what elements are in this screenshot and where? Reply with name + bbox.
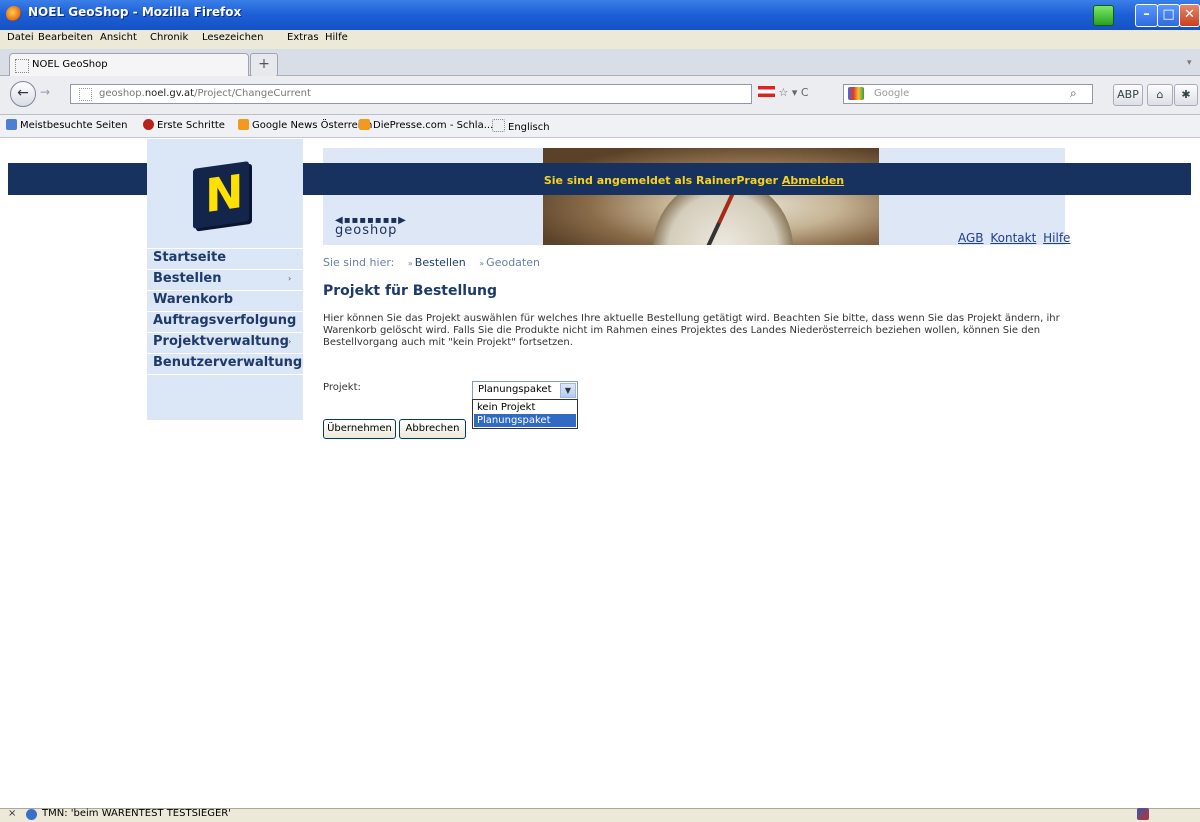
bookmark-google-news[interactable]: Google News Österreich: [238, 119, 372, 131]
status-text: TMN: 'beim WARENTEST TESTSIEGER': [42, 808, 231, 819]
page-title: Projekt für Bestellung: [323, 283, 498, 299]
rss-icon: [238, 119, 249, 130]
chevron-down-icon[interactable]: ▼: [560, 383, 576, 398]
noel-logo[interactable]: N: [193, 161, 249, 229]
accept-button[interactable]: Übernehmen: [323, 419, 396, 439]
search-placeholder: Google: [874, 88, 910, 99]
url-actions: ☆ ▾ C: [758, 86, 809, 99]
bookmark-diepresse[interactable]: DiePresse.com - Schla...: [359, 119, 493, 131]
breadcrumb-geodaten[interactable]: Geodaten: [486, 256, 540, 269]
adblock-icon[interactable]: ABP: [1113, 84, 1143, 106]
menu-lesezeichen[interactable]: Lesezeichen: [202, 32, 263, 43]
extension-icon[interactable]: ✱: [1174, 84, 1198, 106]
firefox-bookmark-icon: [143, 119, 154, 130]
menu-extras[interactable]: Extras: [287, 32, 319, 43]
url-text[interactable]: geoshop.noel.gv.at/Project/ChangeCurrent: [99, 88, 311, 99]
logged-in-text: Sie sind angemeldet als RainerPrager: [543, 174, 779, 187]
sidebar-item-startseite[interactable]: Startseite: [153, 250, 226, 265]
breadcrumb-prefix: Sie sind hier:: [323, 256, 395, 269]
sidebar-item-bestellen[interactable]: Bestellen: [153, 271, 221, 286]
forward-button[interactable]: →: [40, 85, 50, 99]
addon-status-icon[interactable]: [1137, 808, 1149, 820]
logged-in-status: Sie sind angemeldet als RainerPrager Abm…: [323, 174, 1065, 187]
submenu-arrow-icon: ›: [288, 358, 292, 367]
sidebar-item-auftragsverfolgung[interactable]: Auftragsverfolgung: [153, 313, 296, 328]
close-button[interactable]: ✕: [1179, 4, 1200, 27]
rss-icon: [359, 119, 370, 130]
logo-letter: N: [205, 163, 244, 224]
menu-datei[interactable]: Datei: [7, 32, 34, 43]
top-links: AGB Kontakt Hilfe: [955, 231, 1070, 245]
bookmark-folder-icon: [6, 119, 17, 130]
tab-noel-geoshop[interactable]: NOEL GeoShop: [9, 53, 249, 76]
menu-ansicht[interactable]: Ansicht: [100, 32, 137, 43]
window-title: NOEL GeoShop - Mozilla Firefox: [28, 5, 242, 19]
submenu-arrow-icon: ›: [288, 337, 292, 346]
hilfe-link[interactable]: Hilfe: [1043, 231, 1070, 245]
geoshop-logo[interactable]: ◀▪▪▪▪▪▪▪▶ geoshop: [335, 215, 407, 238]
page-icon: [15, 59, 29, 73]
reload-icon[interactable]: C: [801, 86, 809, 99]
close-icon[interactable]: ×: [8, 808, 16, 819]
kontakt-link[interactable]: Kontakt: [990, 231, 1036, 245]
dropdown-arrow-icon[interactable]: ▾: [792, 86, 798, 99]
new-tab-button[interactable]: +: [250, 53, 278, 77]
bookmark-meistbesuchte[interactable]: Meistbesuchte Seiten: [6, 119, 128, 131]
breadcrumb-bestellen[interactable]: Bestellen: [415, 256, 466, 269]
austria-flag-icon[interactable]: [758, 86, 775, 97]
menu-bearbeiten[interactable]: Bearbeiten: [38, 32, 93, 43]
project-dropdown-list: kein Projekt Planungspaket: [472, 399, 578, 429]
option-planungspaket[interactable]: Planungspaket: [474, 414, 576, 427]
back-button[interactable]: ←: [10, 81, 36, 107]
search-icon[interactable]: ⌕: [1070, 86, 1077, 101]
search-box[interactable]: Google ⌕: [843, 84, 1093, 104]
intro-text: Hier können Sie das Projekt auswählen fü…: [323, 313, 1060, 348]
tab-label: NOEL GeoShop: [32, 59, 108, 70]
bookmark-erste-schritte[interactable]: Erste Schritte: [143, 119, 225, 131]
title-bar: NOEL GeoShop - Mozilla Firefox: [0, 0, 1200, 30]
agb-link[interactable]: AGB: [958, 231, 984, 245]
cancel-button[interactable]: Abbrechen: [399, 419, 466, 439]
maximize-button[interactable]: □: [1157, 4, 1180, 27]
address-bar[interactable]: geoshop.noel.gv.at/Project/ChangeCurrent: [70, 84, 752, 104]
breadcrumb: Sie sind hier: » Bestellen » Geodaten: [323, 256, 540, 269]
project-select[interactable]: Planungspaket ▼: [472, 381, 578, 400]
page-icon: [492, 119, 505, 132]
sidebar-item-warenkorb[interactable]: Warenkorb: [153, 292, 233, 307]
home-icon[interactable]: ⌂: [1147, 84, 1173, 106]
sidebar-item-projektverwaltung[interactable]: Projektverwaltung: [153, 334, 289, 349]
sidebar-item-benutzerverwaltung[interactable]: Benutzerverwaltung: [153, 355, 302, 370]
submenu-arrow-icon: ›: [288, 274, 292, 283]
bookmark-englisch[interactable]: Englisch: [492, 119, 550, 133]
tab-list-icon[interactable]: ▾: [1187, 58, 1192, 68]
star-bookmark-icon[interactable]: ☆: [779, 86, 789, 99]
menu-chronik[interactable]: Chronik: [150, 32, 188, 43]
project-select-value: Planungspaket: [478, 384, 552, 395]
firefox-icon: [6, 6, 22, 22]
minimize-button[interactable]: –: [1135, 4, 1158, 27]
status-icon: [26, 809, 37, 820]
geoshop-logo-text: geoshop: [335, 223, 398, 238]
google-icon[interactable]: [848, 87, 864, 100]
menu-hilfe[interactable]: Hilfe: [325, 32, 348, 43]
green-tray-icon[interactable]: [1093, 5, 1114, 26]
logout-link[interactable]: Abmelden: [782, 174, 844, 187]
project-label: Projekt:: [323, 382, 361, 393]
option-kein-projekt[interactable]: kein Projekt: [474, 401, 576, 414]
site-icon: [79, 88, 92, 101]
